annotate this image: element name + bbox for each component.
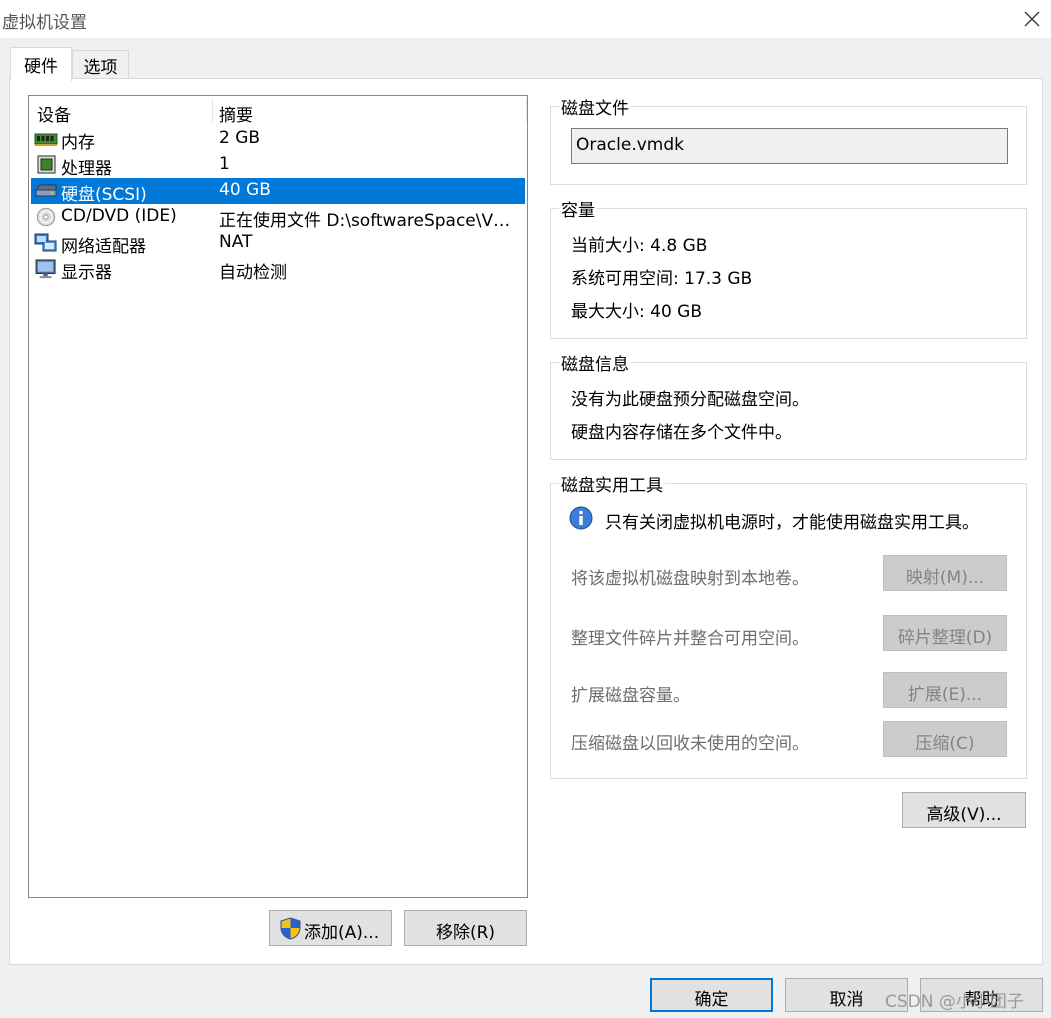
device-name: 网络适配器 — [61, 237, 146, 257]
disk-info-line-1: 没有为此硬盘预分配磁盘空间。 — [571, 390, 809, 410]
defragment-description: 整理文件碎片并整合可用空间。 — [571, 629, 809, 649]
defragment-button[interactable]: 碎片整理(D) — [883, 615, 1007, 651]
device-name: 内存 — [61, 133, 95, 153]
column-header-device[interactable]: 设备 — [37, 101, 71, 126]
device-name: 显示器 — [61, 263, 112, 283]
device-summary: 2 GB — [219, 128, 261, 148]
disk-file-field[interactable]: Oracle.vmdk — [571, 128, 1008, 164]
device-summary: 1 — [219, 154, 230, 174]
disk-info-group: 磁盘信息 没有为此硬盘预分配磁盘空间。 硬盘内容存储在多个文件中。 — [550, 350, 1027, 460]
device-row-cd-dvd[interactable]: CD/DVD (IDE) 正在使用文件 D:\softwareSpace\VM.… — [31, 204, 525, 231]
processor-icon — [37, 155, 56, 174]
device-summary: 40 GB — [219, 180, 271, 200]
device-row-display[interactable]: 显示器 自动检测 — [31, 256, 525, 283]
display-icon — [35, 259, 56, 279]
available-space-text: 系统可用空间: 17.3 GB — [571, 269, 753, 289]
column-separator[interactable] — [526, 98, 527, 122]
shield-icon — [280, 917, 301, 940]
hard-disk-icon — [35, 184, 57, 197]
utilities-notice: 只有关闭虚拟机电源时，才能使用磁盘实用工具。 — [605, 513, 979, 533]
capacity-group: 容量 当前大小: 4.8 GB 系统可用空间: 17.3 GB 最大大小: 40… — [550, 196, 1027, 339]
tab-hardware[interactable]: 硬件 — [10, 47, 72, 81]
advanced-button[interactable]: 高级(V)... — [902, 792, 1026, 828]
tab-options[interactable]: 选项 — [72, 50, 129, 78]
expand-button[interactable]: 扩展(E)... — [883, 672, 1007, 708]
add-device-button[interactable]: 添加(A)... — [269, 910, 392, 946]
current-size-text: 当前大小: 4.8 GB — [571, 236, 708, 256]
device-row-memory[interactable]: 内存 2 GB — [31, 126, 525, 153]
remove-device-button[interactable]: 移除(R) — [404, 910, 527, 946]
disk-info-line-2: 硬盘内容存储在多个文件中。 — [571, 423, 792, 443]
disk-file-group: 磁盘文件 Oracle.vmdk — [550, 94, 1027, 185]
add-button-label: 添加(A)... — [304, 923, 380, 943]
info-icon — [569, 506, 593, 530]
compact-button[interactable]: 压缩(C) — [883, 721, 1007, 757]
max-size-text: 最大大小: 40 GB — [571, 302, 703, 322]
device-row-hard-disk[interactable]: 硬盘(SCSI) 40 GB — [31, 178, 525, 205]
ok-button[interactable]: 确定 — [650, 978, 773, 1012]
window-title: 虚拟机设置 — [2, 13, 87, 33]
compact-description: 压缩磁盘以回收未使用的空间。 — [571, 734, 809, 754]
disk-file-group-label: 磁盘文件 — [559, 94, 631, 119]
device-row-processor[interactable]: 处理器 1 — [31, 152, 525, 179]
device-name: 处理器 — [61, 159, 112, 179]
network-adapter-icon — [34, 233, 57, 252]
column-separator[interactable] — [212, 98, 213, 122]
close-icon — [1024, 11, 1040, 27]
column-header-summary[interactable]: 摘要 — [219, 101, 253, 126]
memory-icon — [34, 133, 58, 146]
watermark: CSDN @小小团子 — [885, 992, 1024, 1012]
device-row-network-adapter[interactable]: 网络适配器 NAT — [31, 230, 525, 257]
title-bar: 虚拟机设置 — [0, 0, 1051, 38]
close-button[interactable] — [1016, 4, 1048, 34]
disk-info-group-label: 磁盘信息 — [559, 350, 631, 375]
map-description: 将该虚拟机磁盘映射到本地卷。 — [571, 569, 809, 589]
device-summary: NAT — [219, 232, 253, 252]
cd-dvd-icon — [36, 207, 56, 227]
map-button[interactable]: 映射(M)... — [883, 555, 1007, 591]
device-summary: 自动检测 — [219, 263, 287, 283]
disk-utilities-group: 磁盘实用工具 只有关闭虚拟机电源时，才能使用磁盘实用工具。 将该虚拟机磁盘映射到… — [550, 471, 1027, 779]
device-list[interactable]: 设备 摘要 内存 2 GB 处理器 1 硬盘(SCSI) 40 GB CD/DV… — [28, 95, 528, 898]
capacity-group-label: 容量 — [559, 196, 597, 221]
device-name: 硬盘(SCSI) — [61, 185, 147, 205]
expand-description: 扩展磁盘容量。 — [571, 686, 690, 706]
device-summary: 正在使用文件 D:\softwareSpace\VM... — [219, 211, 521, 231]
device-name: CD/DVD (IDE) — [61, 206, 177, 226]
disk-utilities-group-label: 磁盘实用工具 — [559, 471, 665, 496]
